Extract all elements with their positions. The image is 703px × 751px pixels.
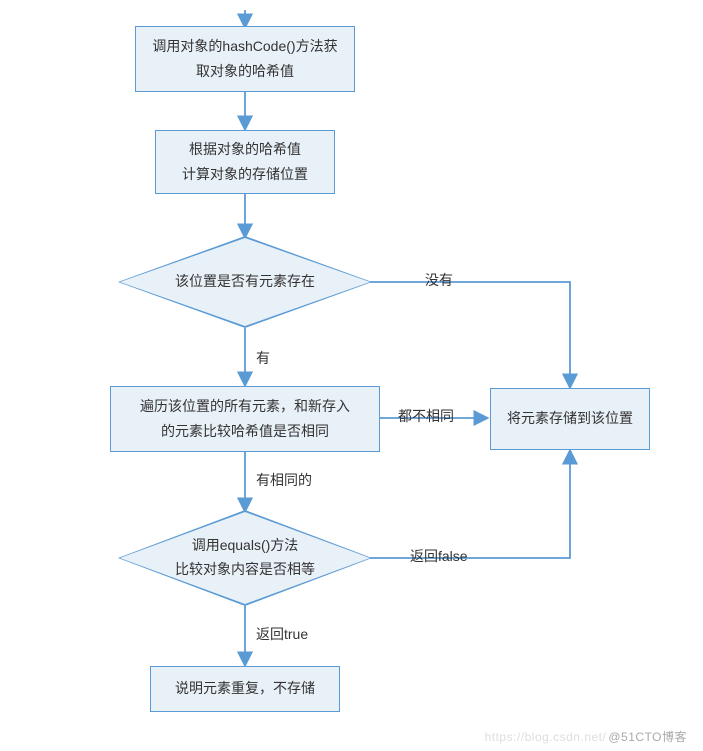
node-text: 说明元素重复，不存储: [175, 676, 315, 701]
watermark: https://blog.csdn.net/@51CTO博客: [485, 728, 687, 745]
edge-label-no: 没有: [425, 270, 453, 290]
node-text-line1: 根据对象的哈希值: [189, 137, 301, 162]
edge-label-return-false: 返回false: [410, 546, 468, 566]
connector-lines: [0, 0, 703, 751]
node-duplicate-discard: 说明元素重复，不存储: [150, 666, 340, 712]
watermark-text: @51CTO博客: [608, 730, 687, 744]
decision-text: 该位置是否有元素存在: [175, 270, 315, 294]
node-compute-position: 根据对象的哈希值 计算对象的存储位置: [155, 130, 335, 194]
decision-position-has-element: 该位置是否有元素存在: [120, 238, 370, 326]
flowchart-canvas: 调用对象的hashCode()方法获 取对象的哈希值 根据对象的哈希值 计算对象…: [0, 0, 703, 751]
node-text-line2: 的元素比较哈希值是否相同: [161, 419, 329, 444]
edge-label-return-true: 返回true: [256, 624, 308, 644]
node-compare-hash: 遍历该位置的所有元素，和新存入 的元素比较哈希值是否相同: [110, 386, 380, 452]
node-text-line1: 调用对象的hashCode()方法获: [152, 34, 337, 59]
node-text: 将元素存储到该位置: [507, 406, 633, 431]
watermark-faint: https://blog.csdn.net/: [485, 730, 607, 744]
decision-text-line1: 调用equals()方法: [192, 534, 299, 558]
edge-label-all-different: 都不相同: [398, 406, 454, 426]
edge-label-yes: 有: [256, 348, 270, 368]
node-hashcode: 调用对象的hashCode()方法获 取对象的哈希值: [135, 26, 355, 92]
node-store-element: 将元素存储到该位置: [490, 388, 650, 450]
edge-label-has-same: 有相同的: [256, 470, 312, 490]
node-text-line2: 取对象的哈希值: [196, 59, 294, 84]
node-text-line1: 遍历该位置的所有元素，和新存入: [140, 394, 350, 419]
node-text-line2: 计算对象的存储位置: [182, 162, 308, 187]
decision-text-line2: 比较对象内容是否相等: [175, 558, 315, 582]
decision-equals: 调用equals()方法 比较对象内容是否相等: [120, 512, 370, 604]
